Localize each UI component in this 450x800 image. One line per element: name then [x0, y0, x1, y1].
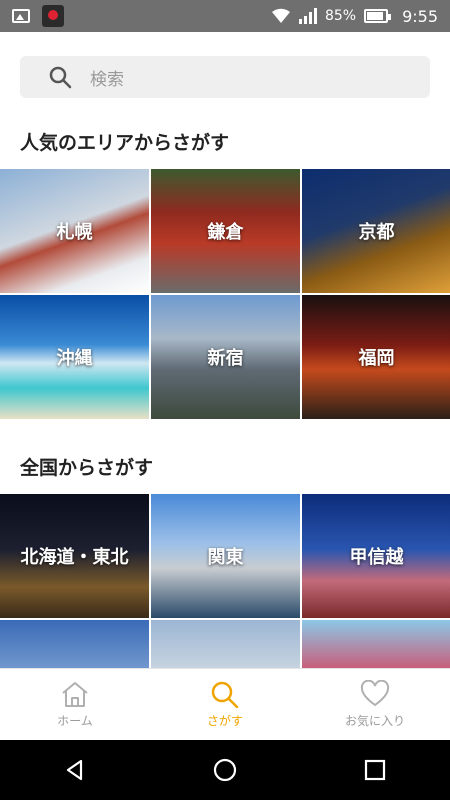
popular-area-tile-label: 京都 — [358, 222, 395, 243]
search-placeholder: 検索 — [90, 69, 124, 90]
region-tile[interactable]: 北海道・東北 — [0, 494, 149, 618]
nav-favorites-label: お気に入り — [344, 714, 405, 728]
popular-area-tile-label: 札幌 — [56, 222, 93, 243]
popular-area-tile-label: 新宿 — [207, 348, 244, 369]
popular-area-tile[interactable]: 沖縄 — [0, 295, 149, 419]
signal-icon — [298, 8, 317, 24]
search-input[interactable]: 検索 — [20, 56, 430, 98]
wifi-icon — [271, 8, 290, 23]
popular-area-tile[interactable]: 札幌 — [0, 169, 149, 293]
clock: 9:55 — [402, 6, 438, 26]
nav-home[interactable]: ホーム — [0, 669, 150, 740]
bottom-navigation: ホーム さがす お気に入り — [0, 668, 450, 740]
national-areas-title: 全国からさがす — [20, 457, 154, 479]
nav-search[interactable]: さがす — [150, 669, 300, 740]
image-notification-icon — [12, 9, 30, 23]
battery-percent: 85% — [324, 8, 357, 24]
region-tile[interactable]: 甲信越 — [302, 494, 450, 618]
popular-area-tile-label: 沖縄 — [56, 348, 93, 369]
search-nav-icon — [211, 681, 239, 708]
popular-areas-title: 人気のエリアからさがす — [20, 132, 230, 154]
region-tile[interactable]: 関東 — [151, 494, 300, 618]
search-icon — [49, 66, 72, 89]
region-tile-label: 関東 — [207, 547, 244, 568]
status-bar: 85% 9:55 — [0, 0, 450, 32]
nav-favorites[interactable]: お気に入り — [300, 669, 450, 740]
nav-search-label: さがす — [206, 714, 243, 728]
recents-button[interactable] — [351, 746, 399, 794]
app-notification-icon — [42, 5, 64, 27]
popular-area-tile-label: 鎌倉 — [207, 222, 244, 243]
popular-area-tile-label: 福岡 — [358, 348, 395, 369]
popular-area-tile[interactable]: 新宿 — [151, 295, 300, 419]
region-tile-label: 北海道・東北 — [20, 547, 129, 568]
popular-area-tile[interactable]: 鎌倉 — [151, 169, 300, 293]
recents-square-icon — [364, 759, 386, 781]
popular-areas-grid: 札幌 鎌倉 京都沖縄 新宿 福岡 — [0, 169, 450, 419]
popular-area-tile[interactable]: 福岡 — [302, 295, 450, 419]
battery-icon — [364, 9, 392, 23]
home-button[interactable] — [201, 746, 249, 794]
home-icon — [62, 682, 88, 707]
home-circle-icon — [213, 758, 237, 782]
heart-icon — [360, 680, 390, 707]
popular-area-tile[interactable]: 京都 — [302, 169, 450, 293]
region-tile-label: 甲信越 — [349, 547, 404, 568]
system-navigation-bar — [0, 740, 450, 800]
back-button[interactable] — [51, 746, 99, 794]
nav-home-label: ホーム — [57, 714, 93, 728]
back-triangle-icon — [66, 759, 83, 781]
